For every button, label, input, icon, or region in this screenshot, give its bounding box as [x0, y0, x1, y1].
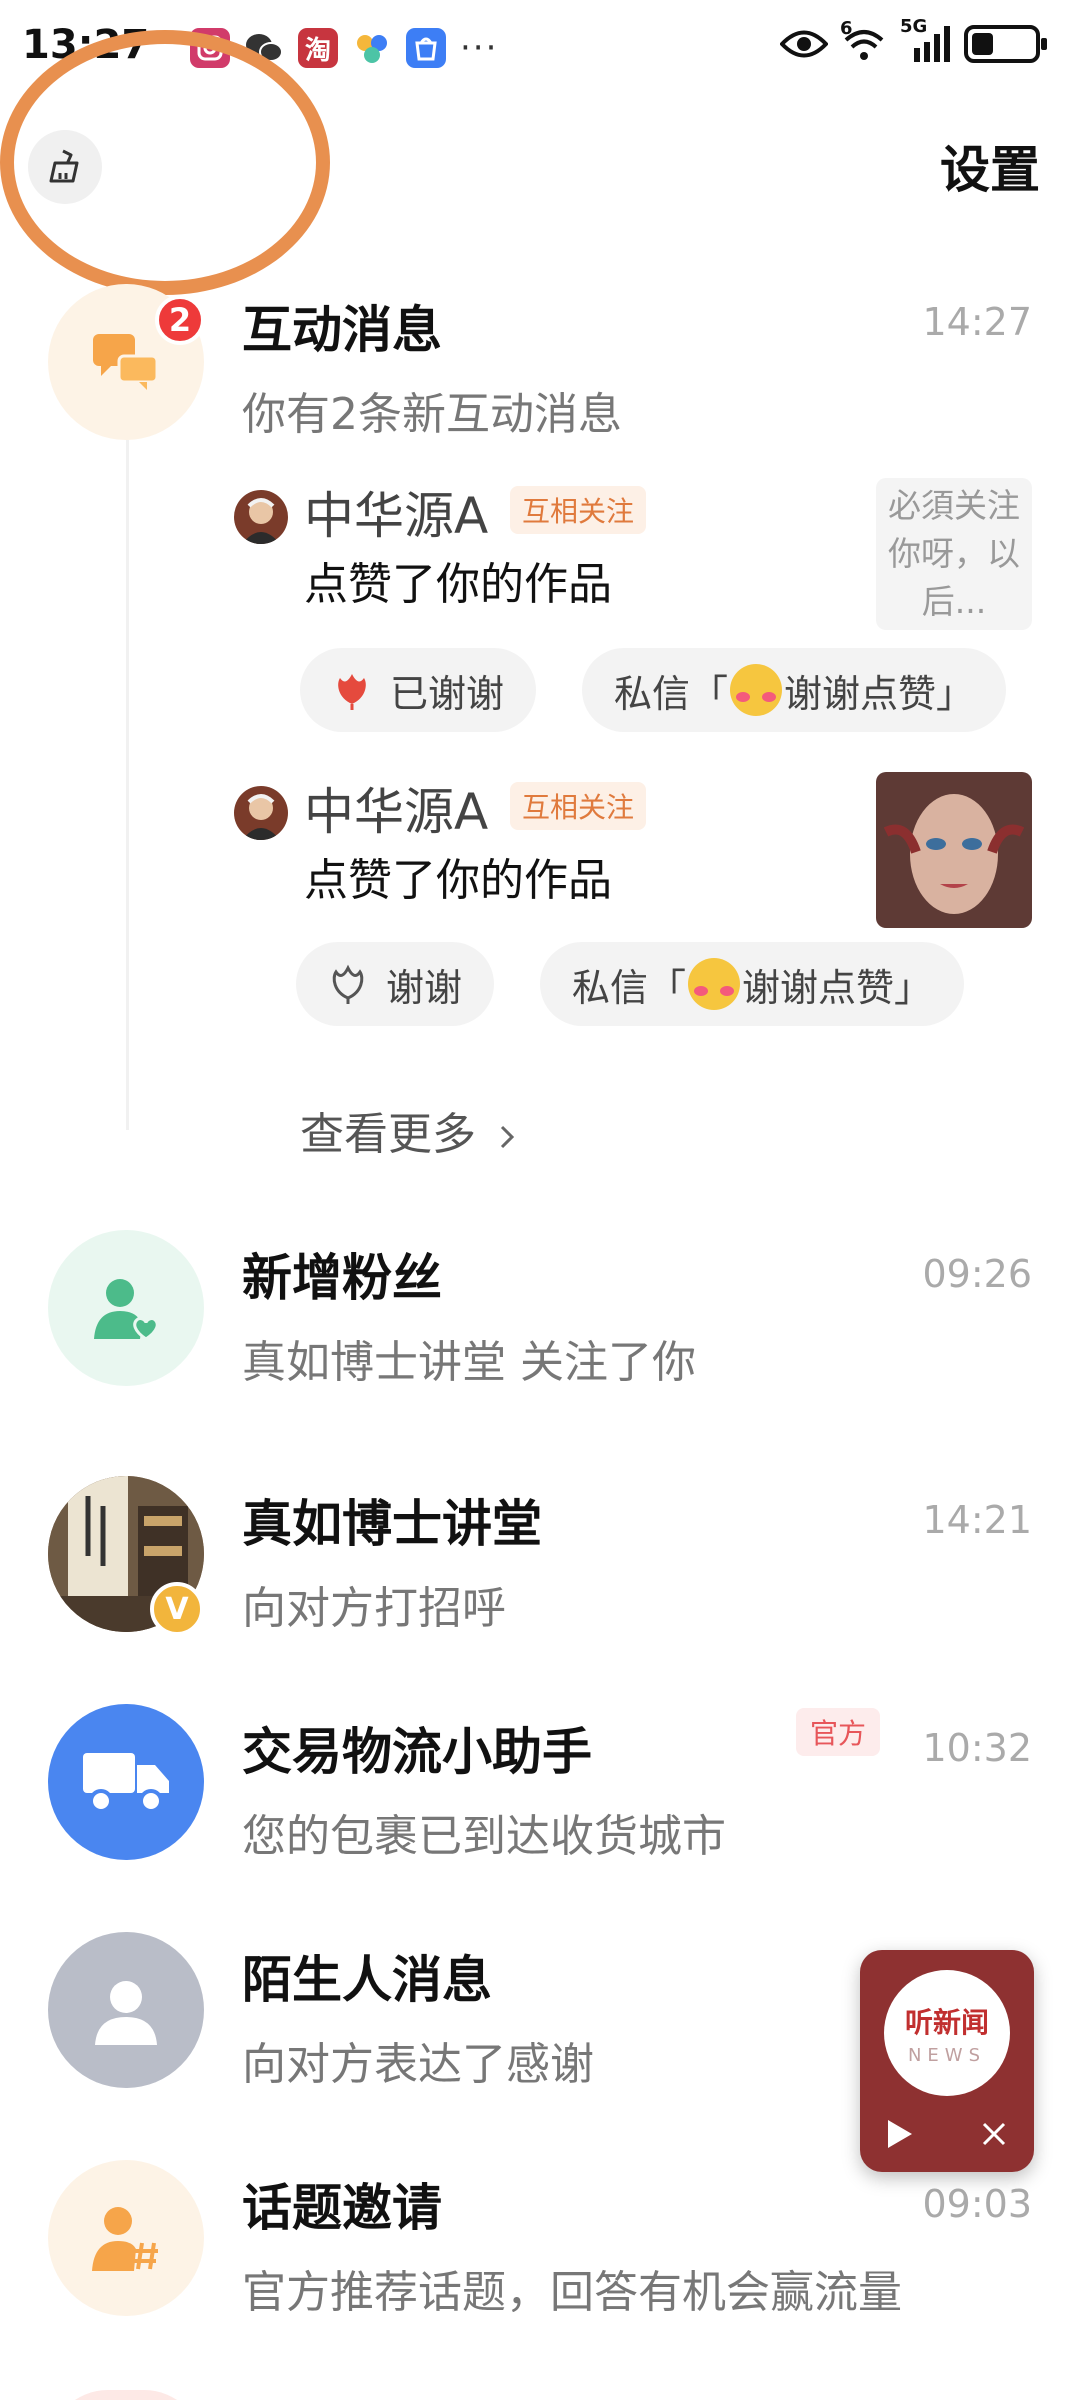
- user-name[interactable]: 中华源A: [304, 476, 488, 548]
- more-notifications-icon: ···: [460, 28, 499, 68]
- unread-badge: 2: [155, 295, 205, 345]
- partial-avatar: [48, 2390, 204, 2400]
- person-hashtag-icon: [92, 2207, 158, 2271]
- thanks-button[interactable]: 谢谢: [296, 942, 495, 1026]
- conversation-title: 陌生人消息: [242, 1951, 492, 2009]
- stranger-avatar: [48, 1932, 204, 2088]
- flower-outline-icon: [328, 964, 368, 1004]
- conversation-subtitle: 您的包裹已到达收货城市: [242, 1811, 726, 1862]
- play-icon[interactable]: [882, 2114, 918, 2154]
- logistics-avatar: [48, 1704, 204, 1860]
- news-floating-player[interactable]: 听新闻 NEWS: [860, 1950, 1034, 2172]
- truck-icon: [83, 1753, 169, 1813]
- status-time: 13:27: [22, 22, 150, 68]
- verified-badge: V: [150, 1582, 204, 1636]
- interaction-subtitle: 你有2条新互动消息: [242, 389, 622, 440]
- conversation-time: 09:26: [922, 1252, 1032, 1296]
- thanked-label: 已谢谢: [390, 671, 505, 716]
- person-heart-icon: [94, 1279, 159, 1341]
- eye-icon: [780, 30, 828, 58]
- notification-icons: 淘 ···: [190, 28, 498, 68]
- topic-avatar: [48, 2160, 204, 2316]
- wechat-icon: [244, 28, 284, 68]
- interaction-time: 14:27: [922, 300, 1032, 344]
- thread-divider: [126, 440, 129, 1130]
- conversation-title: 真如博士讲堂: [242, 1495, 542, 1553]
- dm-thanks-button[interactable]: 私信「 谢谢点赞」: [582, 648, 1007, 732]
- battery-level: [972, 33, 993, 55]
- mutual-follow-tag: 互相关注: [510, 782, 647, 830]
- fans-avatar: [48, 1230, 204, 1386]
- mutual-follow-tag: 互相关注: [510, 486, 647, 534]
- clear-unread-button[interactable]: [28, 130, 102, 204]
- chevron-right-icon: [500, 1125, 515, 1149]
- comment-preview[interactable]: 必須关注你呀，以后...: [876, 478, 1032, 630]
- settings-button[interactable]: 设置: [940, 130, 1040, 202]
- conversation-time: 14:21: [922, 1498, 1032, 1542]
- activity-text: 点赞了你的作品: [304, 855, 612, 906]
- activity-text: 点赞了你的作品: [304, 559, 612, 610]
- dm-prefix: 私信「: [614, 671, 729, 716]
- blushing-emoji-icon: [730, 664, 783, 716]
- post-thumbnail[interactable]: [876, 772, 1032, 928]
- flower-icon: [332, 670, 372, 710]
- official-tag: 官方: [795, 1708, 880, 1756]
- thanked-button[interactable]: 已谢谢: [300, 648, 537, 732]
- conversation-time: 09:03: [922, 2182, 1032, 2226]
- conversation-subtitle: 向对方表达了感谢: [242, 2039, 594, 2090]
- conversation-title: 交易物流小助手: [242, 1723, 592, 1781]
- dm-text: 谢谢点赞」: [742, 965, 933, 1010]
- conversation-subtitle: 向对方打招呼: [242, 1583, 506, 1634]
- person-icon: [95, 1981, 157, 2045]
- see-more-link[interactable]: 查看更多: [300, 1098, 520, 1162]
- broom-icon: [49, 149, 79, 183]
- user-avatar[interactable]: [234, 490, 288, 544]
- battery-icon: [964, 25, 1047, 63]
- user-avatar[interactable]: [234, 786, 288, 840]
- wifi-icon: 6: [840, 18, 886, 64]
- conversation-subtitle: 官方推荐话题，回答有机会赢流量: [242, 2267, 902, 2318]
- news-title: 听新闻: [904, 2005, 989, 2039]
- dm-thanks-button[interactable]: 私信「 谢谢点赞」: [540, 942, 965, 1026]
- chat-bubbles-icon: [93, 334, 159, 390]
- blushing-emoji-icon: [688, 958, 741, 1010]
- news-logo[interactable]: 听新闻 NEWS: [884, 1970, 1010, 2096]
- status-indicators: 6 5G: [780, 16, 1047, 64]
- dm-text: 谢谢点赞」: [784, 671, 975, 716]
- interaction-title: 互动消息: [242, 301, 442, 359]
- cellular-signal-icon: 5G: [900, 16, 950, 64]
- conversation-title: 话题邀请: [242, 2179, 442, 2237]
- status-bar: 13:27 淘 ··· 6 5G: [0, 0, 1080, 100]
- user-name[interactable]: 中华源A: [304, 772, 488, 844]
- conversation-time: 10:32: [922, 1726, 1032, 1770]
- thanks-label: 谢谢: [386, 965, 463, 1010]
- see-more-label: 查看更多: [300, 1109, 476, 1160]
- conversation-title: 新增粉丝: [242, 1249, 442, 1307]
- news-subtitle: NEWS: [907, 2044, 987, 2066]
- taobao-icon: 淘: [298, 28, 338, 68]
- instagram-icon: [190, 28, 230, 68]
- close-icon[interactable]: [976, 2114, 1012, 2154]
- pinwheel-icon: [352, 28, 392, 68]
- shopping-bag-icon: [406, 28, 446, 68]
- conversation-subtitle: 真如博士讲堂 关注了你: [242, 1337, 696, 1388]
- dm-prefix: 私信「: [572, 965, 687, 1010]
